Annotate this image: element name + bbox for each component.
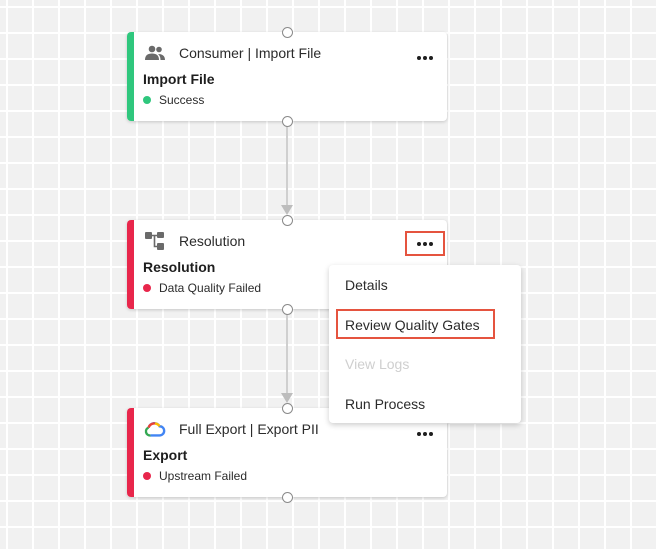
output-port[interactable]	[282, 492, 293, 503]
google-cloud-icon	[144, 420, 166, 438]
status-dot	[143, 96, 151, 104]
more-menu-button[interactable]	[407, 47, 443, 69]
edge-import-to-resolution	[286, 126, 288, 206]
status-dot	[143, 472, 151, 480]
status-badge: Success	[143, 93, 204, 107]
dot-icon	[423, 56, 427, 60]
dot-icon	[429, 432, 433, 436]
node-name: Resolution	[143, 259, 216, 275]
output-port[interactable]	[282, 116, 293, 127]
status-accent	[127, 408, 134, 497]
more-menu-button[interactable]	[405, 231, 445, 256]
dot-icon	[429, 241, 433, 246]
output-port[interactable]	[282, 304, 293, 315]
menu-item-run-process[interactable]: Run Process	[345, 396, 425, 412]
node-name: Export	[143, 447, 188, 463]
edge-resolution-to-export	[286, 314, 288, 394]
dot-icon	[423, 432, 427, 436]
menu-item-highlight	[336, 309, 495, 339]
status-label: Success	[159, 93, 205, 107]
status-badge: Upstream Failed	[143, 469, 247, 483]
input-port[interactable]	[282, 27, 293, 38]
dot-icon	[429, 56, 433, 60]
workflow-canvas[interactable]: Consumer | Import File Import File Succe…	[0, 0, 657, 549]
node-title: Consumer | Import File	[179, 45, 322, 61]
edge-arrow-icon	[281, 393, 293, 403]
status-label: Data Quality Failed	[159, 281, 262, 295]
node-context-menu: Details Review Quality Gates View Logs R…	[329, 265, 521, 423]
status-accent	[127, 32, 134, 121]
input-port[interactable]	[282, 215, 293, 226]
workflow-icon	[144, 232, 166, 250]
status-label: Upstream Failed	[159, 469, 248, 483]
dot-icon	[423, 241, 427, 246]
status-badge: Data Quality Failed	[143, 281, 261, 295]
node-title: Full Export | Export PII	[179, 421, 319, 437]
dot-icon	[417, 432, 421, 436]
input-port[interactable]	[282, 403, 293, 414]
menu-item-view-logs: View Logs	[345, 356, 410, 372]
users-icon	[144, 44, 166, 62]
node-name: Import File	[143, 71, 215, 87]
menu-item-details[interactable]: Details	[345, 277, 388, 293]
dot-icon	[417, 56, 421, 60]
node-title: Resolution	[179, 233, 246, 249]
status-dot	[143, 284, 151, 292]
dot-icon	[417, 241, 421, 246]
edge-arrow-icon	[281, 205, 293, 215]
node-import-file[interactable]: Consumer | Import File Import File Succe…	[127, 32, 447, 121]
status-accent	[127, 220, 134, 309]
more-menu-button[interactable]	[407, 423, 443, 445]
